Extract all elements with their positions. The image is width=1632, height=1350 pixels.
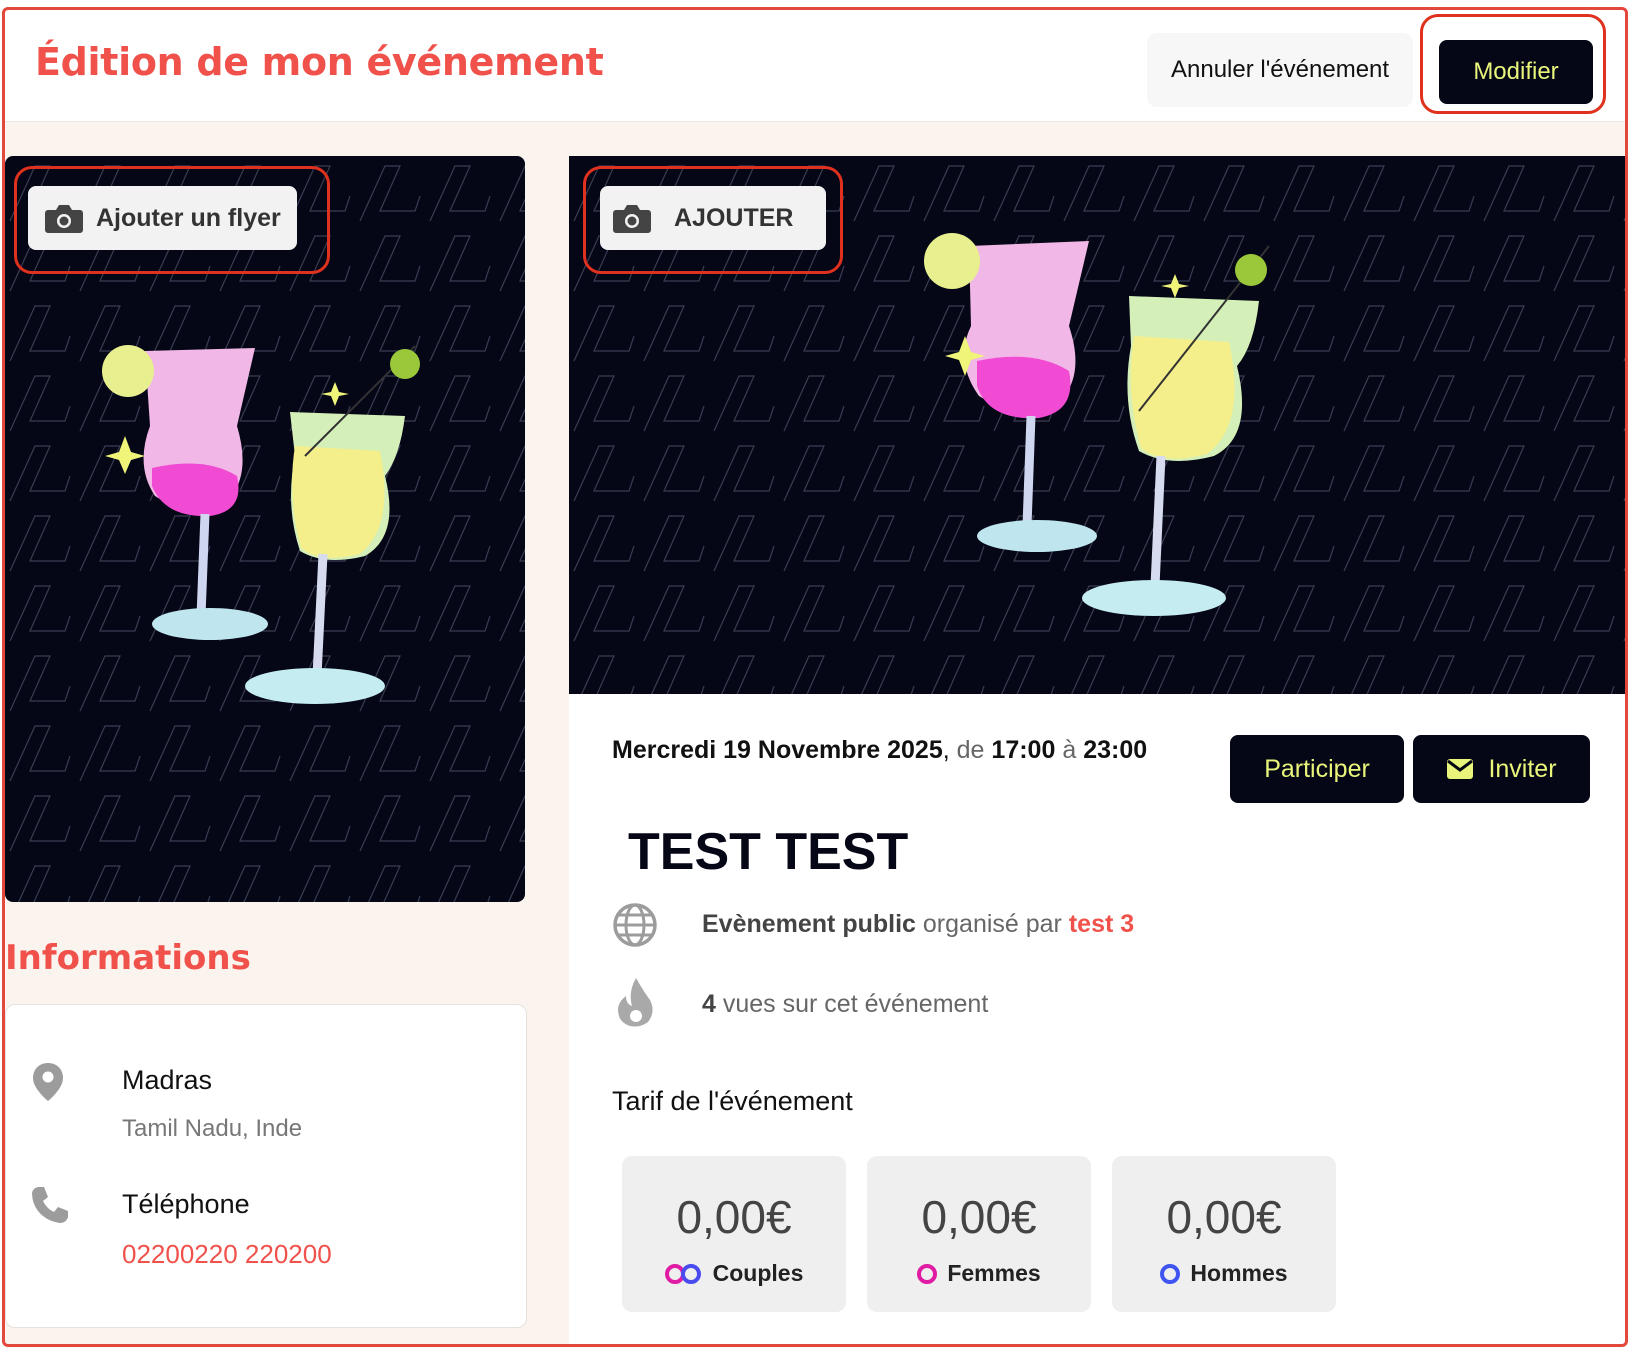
views-count: 4: [702, 990, 716, 1018]
price-label: Couples: [712, 1260, 804, 1286]
event-banner-image: AJOUTER: [569, 156, 1625, 694]
price-card-femmes: 0,00€ Femmes: [867, 1156, 1091, 1312]
participate-label: Participer: [1264, 754, 1370, 783]
location-city: Madras: [122, 1065, 213, 1095]
informations-card: Madras Tamil Nadu, Inde Téléphone 022002…: [5, 1004, 527, 1328]
price-value: 0,00€: [921, 1191, 1037, 1243]
price-value: 0,00€: [1166, 1191, 1282, 1243]
add-flyer-button[interactable]: Ajouter un flyer: [28, 186, 297, 250]
views-text: vues sur cet événement: [722, 990, 989, 1018]
femmes-icon: [917, 1263, 938, 1284]
participate-button[interactable]: Participer: [1230, 735, 1404, 803]
to-word: à: [1062, 736, 1077, 764]
visibility-label: Evènement public: [702, 910, 916, 938]
invite-button[interactable]: Inviter: [1413, 735, 1590, 803]
phone-label: Téléphone: [122, 1189, 250, 1219]
phone-icon: [32, 1187, 68, 1223]
price-label: Femmes: [947, 1260, 1041, 1286]
cancel-event-button[interactable]: Annuler l'événement: [1147, 33, 1414, 107]
price-card-hommes: 0,00€ Hommes: [1112, 1156, 1336, 1312]
invite-label: Inviter: [1488, 754, 1557, 783]
flyer-image: Ajouter un flyer: [5, 156, 525, 902]
date-separator: ,: [942, 736, 950, 764]
hommes-icon: [1160, 1263, 1181, 1284]
camera-icon: [613, 205, 651, 233]
flyer-artwork: [5, 156, 525, 902]
end-time: 23:00: [1083, 736, 1148, 764]
add-banner-label: AJOUTER: [674, 203, 794, 232]
globe-icon: [613, 903, 657, 947]
modify-button[interactable]: Modifier: [1439, 40, 1593, 104]
from-word: de: [956, 736, 985, 764]
couples-icon: [664, 1263, 703, 1285]
event-views-row: 4 vues sur cet événement: [702, 990, 988, 1019]
start-time: 17:00: [991, 736, 1056, 764]
page-title: Édition de mon événement: [35, 40, 604, 84]
event-title: TEST TEST: [628, 823, 909, 881]
organizer-link[interactable]: test 3: [1069, 910, 1134, 939]
informations-heading: Informations: [5, 938, 251, 978]
event-visibility-row: Evènement public organisé par test 3: [702, 910, 1134, 939]
page-header: Édition de mon événement Annuler l'événe…: [5, 10, 1625, 122]
event-date: Mercredi 19 Novembre 2025: [612, 736, 943, 764]
price-card-couples: 0,00€ Couples: [622, 1156, 846, 1312]
price-value: 0,00€: [676, 1191, 792, 1243]
flame-icon: [618, 978, 653, 1027]
add-flyer-label: Ajouter un flyer: [96, 203, 281, 232]
price-label: Hommes: [1190, 1260, 1288, 1286]
location-pin-icon: [33, 1063, 63, 1101]
location-region: Tamil Nadu, Inde: [122, 1115, 303, 1142]
camera-icon: [45, 205, 83, 233]
phone-number-link[interactable]: 02200220 220200: [122, 1239, 332, 1270]
event-date-time: Mercredi 19 Novembre 2025, de 17:00 à 23…: [612, 736, 1147, 765]
envelope-icon: [1447, 759, 1474, 779]
tarif-heading: Tarif de l'événement: [612, 1086, 853, 1116]
organized-by-text: organisé par: [922, 910, 1062, 938]
add-banner-button[interactable]: AJOUTER: [600, 186, 826, 250]
